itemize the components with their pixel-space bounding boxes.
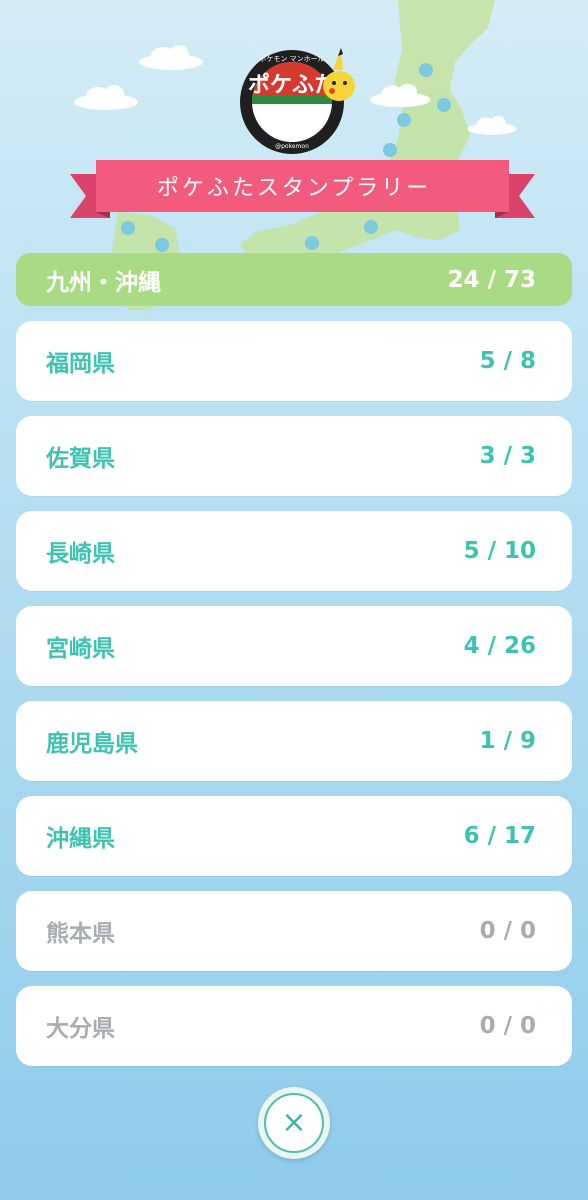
prefecture-count: 0 / 0 bbox=[479, 1013, 536, 1039]
prefecture-name: 福岡県 bbox=[46, 351, 115, 377]
prefecture-name: 佐賀県 bbox=[46, 446, 115, 472]
logo-subtext: ポケモン マンホール bbox=[259, 55, 324, 63]
prefecture-count: 3 / 3 bbox=[479, 443, 536, 469]
region-name: 九州・沖縄 bbox=[46, 269, 161, 296]
close-icon: × bbox=[264, 1093, 324, 1153]
prefecture-name: 宮崎県 bbox=[46, 636, 115, 662]
prefecture-name: 鹿児島県 bbox=[46, 731, 138, 757]
prefecture-name: 沖縄県 bbox=[46, 826, 115, 852]
list-item[interactable]: 長崎県 5 / 10 bbox=[16, 511, 572, 591]
logo-badge-text: @pokemon bbox=[275, 143, 309, 150]
list-item[interactable]: 鹿児島県 1 / 9 bbox=[16, 701, 572, 781]
prefecture-name: 長崎県 bbox=[46, 541, 115, 567]
region-header: 九州・沖縄 24 / 73 bbox=[16, 253, 572, 306]
prefecture-count: 5 / 8 bbox=[479, 348, 536, 374]
pokefuta-logo: ポケふた ポケモン マンホール @pokemon bbox=[237, 40, 357, 160]
prefecture-count: 5 / 10 bbox=[463, 538, 536, 564]
prefecture-count: 6 / 17 bbox=[463, 823, 536, 849]
prefecture-count: 1 / 9 bbox=[479, 728, 536, 754]
prefecture-list: 福岡県 5 / 8 佐賀県 3 / 3 長崎県 5 / 10 宮崎県 4 / 2… bbox=[16, 321, 572, 1081]
cloud-icon bbox=[467, 115, 517, 135]
cloud-icon bbox=[74, 85, 138, 110]
cloud-icon bbox=[139, 45, 203, 70]
prefecture-name: 熊本県 bbox=[46, 921, 115, 947]
list-item[interactable]: 宮崎県 4 / 26 bbox=[16, 606, 572, 686]
cloud-icon bbox=[369, 83, 431, 108]
list-item[interactable]: 熊本県 0 / 0 bbox=[16, 891, 572, 971]
prefecture-name: 大分県 bbox=[46, 1016, 115, 1042]
close-button[interactable]: × bbox=[258, 1087, 330, 1159]
list-item[interactable]: 福岡県 5 / 8 bbox=[16, 321, 572, 401]
logo-text: ポケふた bbox=[248, 72, 336, 98]
region-count: 24 / 73 bbox=[447, 266, 536, 293]
page-title: ポケふたスタンプラリー bbox=[156, 176, 432, 201]
list-item[interactable]: 大分県 0 / 0 bbox=[16, 986, 572, 1066]
prefecture-count: 0 / 0 bbox=[479, 918, 536, 944]
list-item[interactable]: 佐賀県 3 / 3 bbox=[16, 416, 572, 496]
list-item[interactable]: 沖縄県 6 / 17 bbox=[16, 796, 572, 876]
prefecture-count: 4 / 26 bbox=[463, 633, 536, 659]
